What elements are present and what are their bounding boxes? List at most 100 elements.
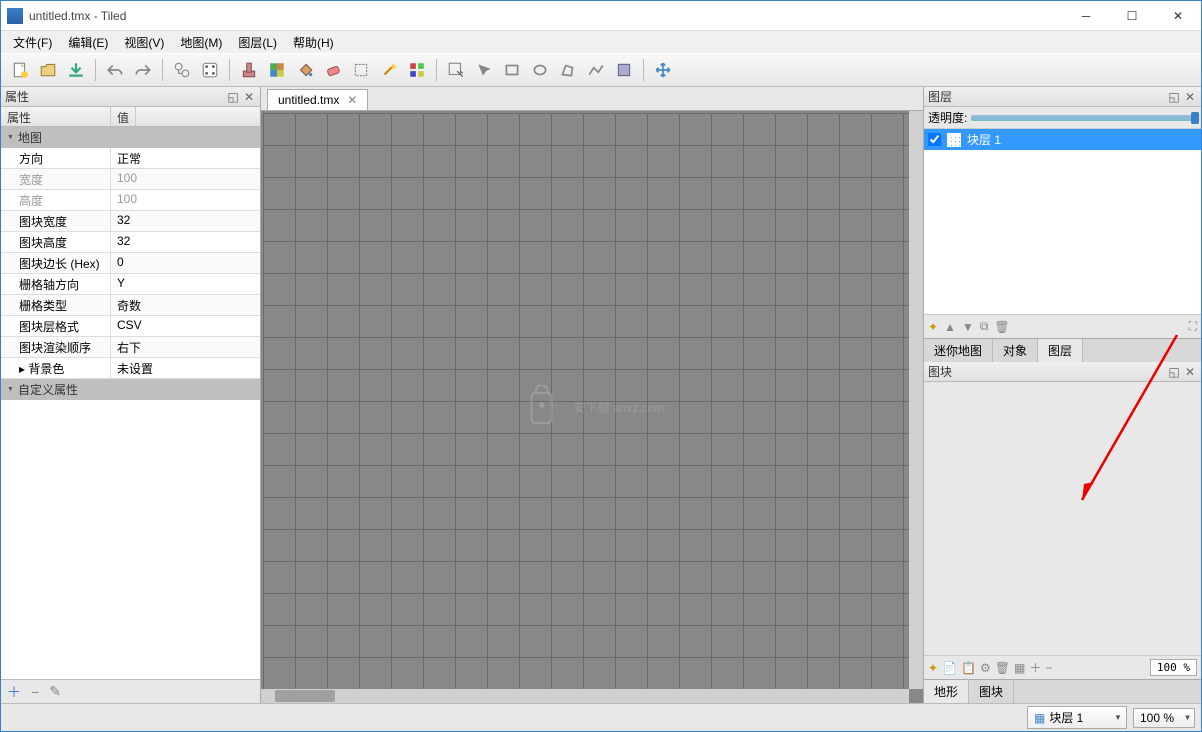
status-bar: ▦ 块层 1 100 %: [1, 703, 1201, 731]
remove-property-icon[interactable]: −: [31, 684, 39, 700]
editor-area: untitled.tmx ✕ 安下载 anxz.com: [261, 87, 923, 703]
panel-float-icon[interactable]: ◱: [1167, 90, 1181, 104]
new-tileset-icon[interactable]: ✦: [928, 661, 938, 675]
tileset-zoom[interactable]: 100 %: [1150, 659, 1197, 676]
menu-view[interactable]: 视图(V): [116, 32, 172, 53]
prop-tile-height[interactable]: 图块高度32: [1, 232, 260, 253]
duplicate-layer-icon[interactable]: ⧉: [980, 319, 989, 334]
layer-up-icon[interactable]: ▲: [944, 320, 956, 334]
insert-ellipse-icon[interactable]: [527, 57, 553, 83]
tab-terrain[interactable]: 地形: [924, 680, 969, 704]
menu-bar: 文件(F) 编辑(E) 视图(V) 地图(M) 图层(L) 帮助(H): [1, 31, 1201, 53]
layer-list: 块层 1: [924, 129, 1201, 314]
prop-group-map[interactable]: 地图: [1, 127, 260, 148]
panel-float-icon[interactable]: ◱: [226, 90, 240, 104]
eraser-tool-icon[interactable]: [320, 57, 346, 83]
col-property: 属性: [1, 107, 111, 126]
document-tab-label: untitled.tmx: [278, 93, 339, 107]
delete-layer-icon[interactable]: 🗑: [994, 320, 1009, 334]
map-canvas[interactable]: 安下载 anxz.com: [261, 111, 923, 703]
menu-edit[interactable]: 编辑(E): [60, 32, 116, 53]
menu-layer[interactable]: 图层(L): [230, 32, 285, 53]
prop-stagger-index[interactable]: 栅格类型奇数: [1, 295, 260, 316]
terrain-tool-icon[interactable]: [264, 57, 290, 83]
save-file-icon[interactable]: [63, 57, 89, 83]
watermark: 安下载 anxz.com: [520, 385, 665, 429]
random-icon[interactable]: [197, 57, 223, 83]
close-button[interactable]: ✕: [1155, 1, 1201, 30]
prop-tile-width[interactable]: 图块宽度32: [1, 211, 260, 232]
panel-close-icon[interactable]: ✕: [1183, 90, 1197, 104]
insert-tile-icon[interactable]: [611, 57, 637, 83]
redo-icon[interactable]: [130, 57, 156, 83]
menu-help[interactable]: 帮助(H): [285, 32, 342, 53]
prop-layer-format[interactable]: 图块层格式CSV: [1, 316, 260, 337]
layer-item[interactable]: 块层 1: [924, 129, 1201, 150]
panel-close-icon[interactable]: ✕: [242, 90, 256, 104]
add-icon[interactable]: ＋: [1029, 659, 1041, 676]
menu-file[interactable]: 文件(F): [5, 32, 60, 53]
properties-panel: 属性 ◱ ✕ 属性 值 地图 方向正常 宽度100 高度100 图块宽度32 图…: [1, 87, 261, 703]
export-tileset-icon[interactable]: 📋: [961, 661, 976, 675]
tab-minimap[interactable]: 迷你地图: [924, 339, 993, 362]
fill-tool-icon[interactable]: [292, 57, 318, 83]
new-layer-icon[interactable]: ✦: [928, 320, 938, 334]
prop-bg-color[interactable]: ▸ 背景色未设置: [1, 358, 260, 379]
insert-polyline-icon[interactable]: [583, 57, 609, 83]
import-tileset-icon[interactable]: 📄: [942, 661, 957, 675]
prop-hex-side[interactable]: 图块边长 (Hex)0: [1, 253, 260, 274]
add-property-icon[interactable]: ＋: [7, 682, 21, 702]
move-icon[interactable]: [650, 57, 676, 83]
stamp-tool-icon[interactable]: [236, 57, 262, 83]
tileset-area[interactable]: [924, 382, 1201, 655]
select-object-icon[interactable]: [443, 57, 469, 83]
undo-icon[interactable]: [102, 57, 128, 83]
app-icon: [7, 8, 23, 24]
panel-float-icon[interactable]: ◱: [1167, 365, 1181, 379]
edit-polygon-icon[interactable]: [471, 57, 497, 83]
toolbar: [1, 53, 1201, 87]
minimize-button[interactable]: ─: [1063, 1, 1109, 30]
zoom-combo[interactable]: 100 %: [1133, 708, 1195, 728]
insert-polygon-icon[interactable]: [555, 57, 581, 83]
open-file-icon[interactable]: [35, 57, 61, 83]
vertical-scrollbar[interactable]: [909, 111, 923, 689]
edit-property-icon[interactable]: ✎: [49, 683, 61, 700]
insert-rect-icon[interactable]: [499, 57, 525, 83]
window-title: untitled.tmx - Tiled: [29, 9, 1063, 23]
properties-columns: 属性 值: [1, 107, 260, 127]
prop-stagger-axis[interactable]: 栅格轴方向Y: [1, 274, 260, 295]
command-icon[interactable]: [169, 57, 195, 83]
tab-layers[interactable]: 图层: [1038, 339, 1083, 363]
tileset-props-icon[interactable]: ⚙: [980, 661, 991, 675]
toggle-other-layers-icon[interactable]: ⛶: [1189, 319, 1197, 334]
delete-tileset-icon[interactable]: 🗑: [995, 661, 1010, 675]
tile-layer-icon: ▦: [1034, 711, 1045, 725]
close-tab-icon[interactable]: ✕: [347, 93, 357, 107]
panel-close-icon[interactable]: ✕: [1183, 365, 1197, 379]
rect-select-icon[interactable]: [348, 57, 374, 83]
edit-terrain-icon[interactable]: ▦: [1014, 661, 1025, 675]
magic-wand-icon[interactable]: [376, 57, 402, 83]
tab-objects[interactable]: 对象: [993, 339, 1038, 362]
prop-render-order[interactable]: 图块渲染顺序右下: [1, 337, 260, 358]
prop-height[interactable]: 高度100: [1, 190, 260, 211]
same-tile-select-icon[interactable]: [404, 57, 430, 83]
prop-orientation[interactable]: 方向正常: [1, 148, 260, 169]
new-file-icon[interactable]: [7, 57, 33, 83]
opacity-slider[interactable]: [971, 115, 1197, 121]
col-value: 值: [111, 107, 136, 126]
layer-down-icon[interactable]: ▼: [962, 320, 974, 334]
layer-toolbar: ✦ ▲ ▼ ⧉ 🗑 ⛶: [924, 314, 1201, 338]
document-tab[interactable]: untitled.tmx ✕: [267, 89, 368, 110]
layer-visible-checkbox[interactable]: [928, 133, 941, 146]
prop-group-custom[interactable]: 自定义属性: [1, 379, 260, 400]
horizontal-scrollbar[interactable]: [261, 689, 909, 703]
remove-icon[interactable]: −: [1045, 661, 1052, 675]
menu-map[interactable]: 地图(M): [172, 32, 230, 53]
layer-name: 块层 1: [967, 131, 1001, 148]
tab-tiles[interactable]: 图块: [969, 680, 1014, 703]
prop-width[interactable]: 宽度100: [1, 169, 260, 190]
current-layer-combo[interactable]: ▦ 块层 1: [1027, 706, 1127, 729]
maximize-button[interactable]: ☐: [1109, 1, 1155, 30]
